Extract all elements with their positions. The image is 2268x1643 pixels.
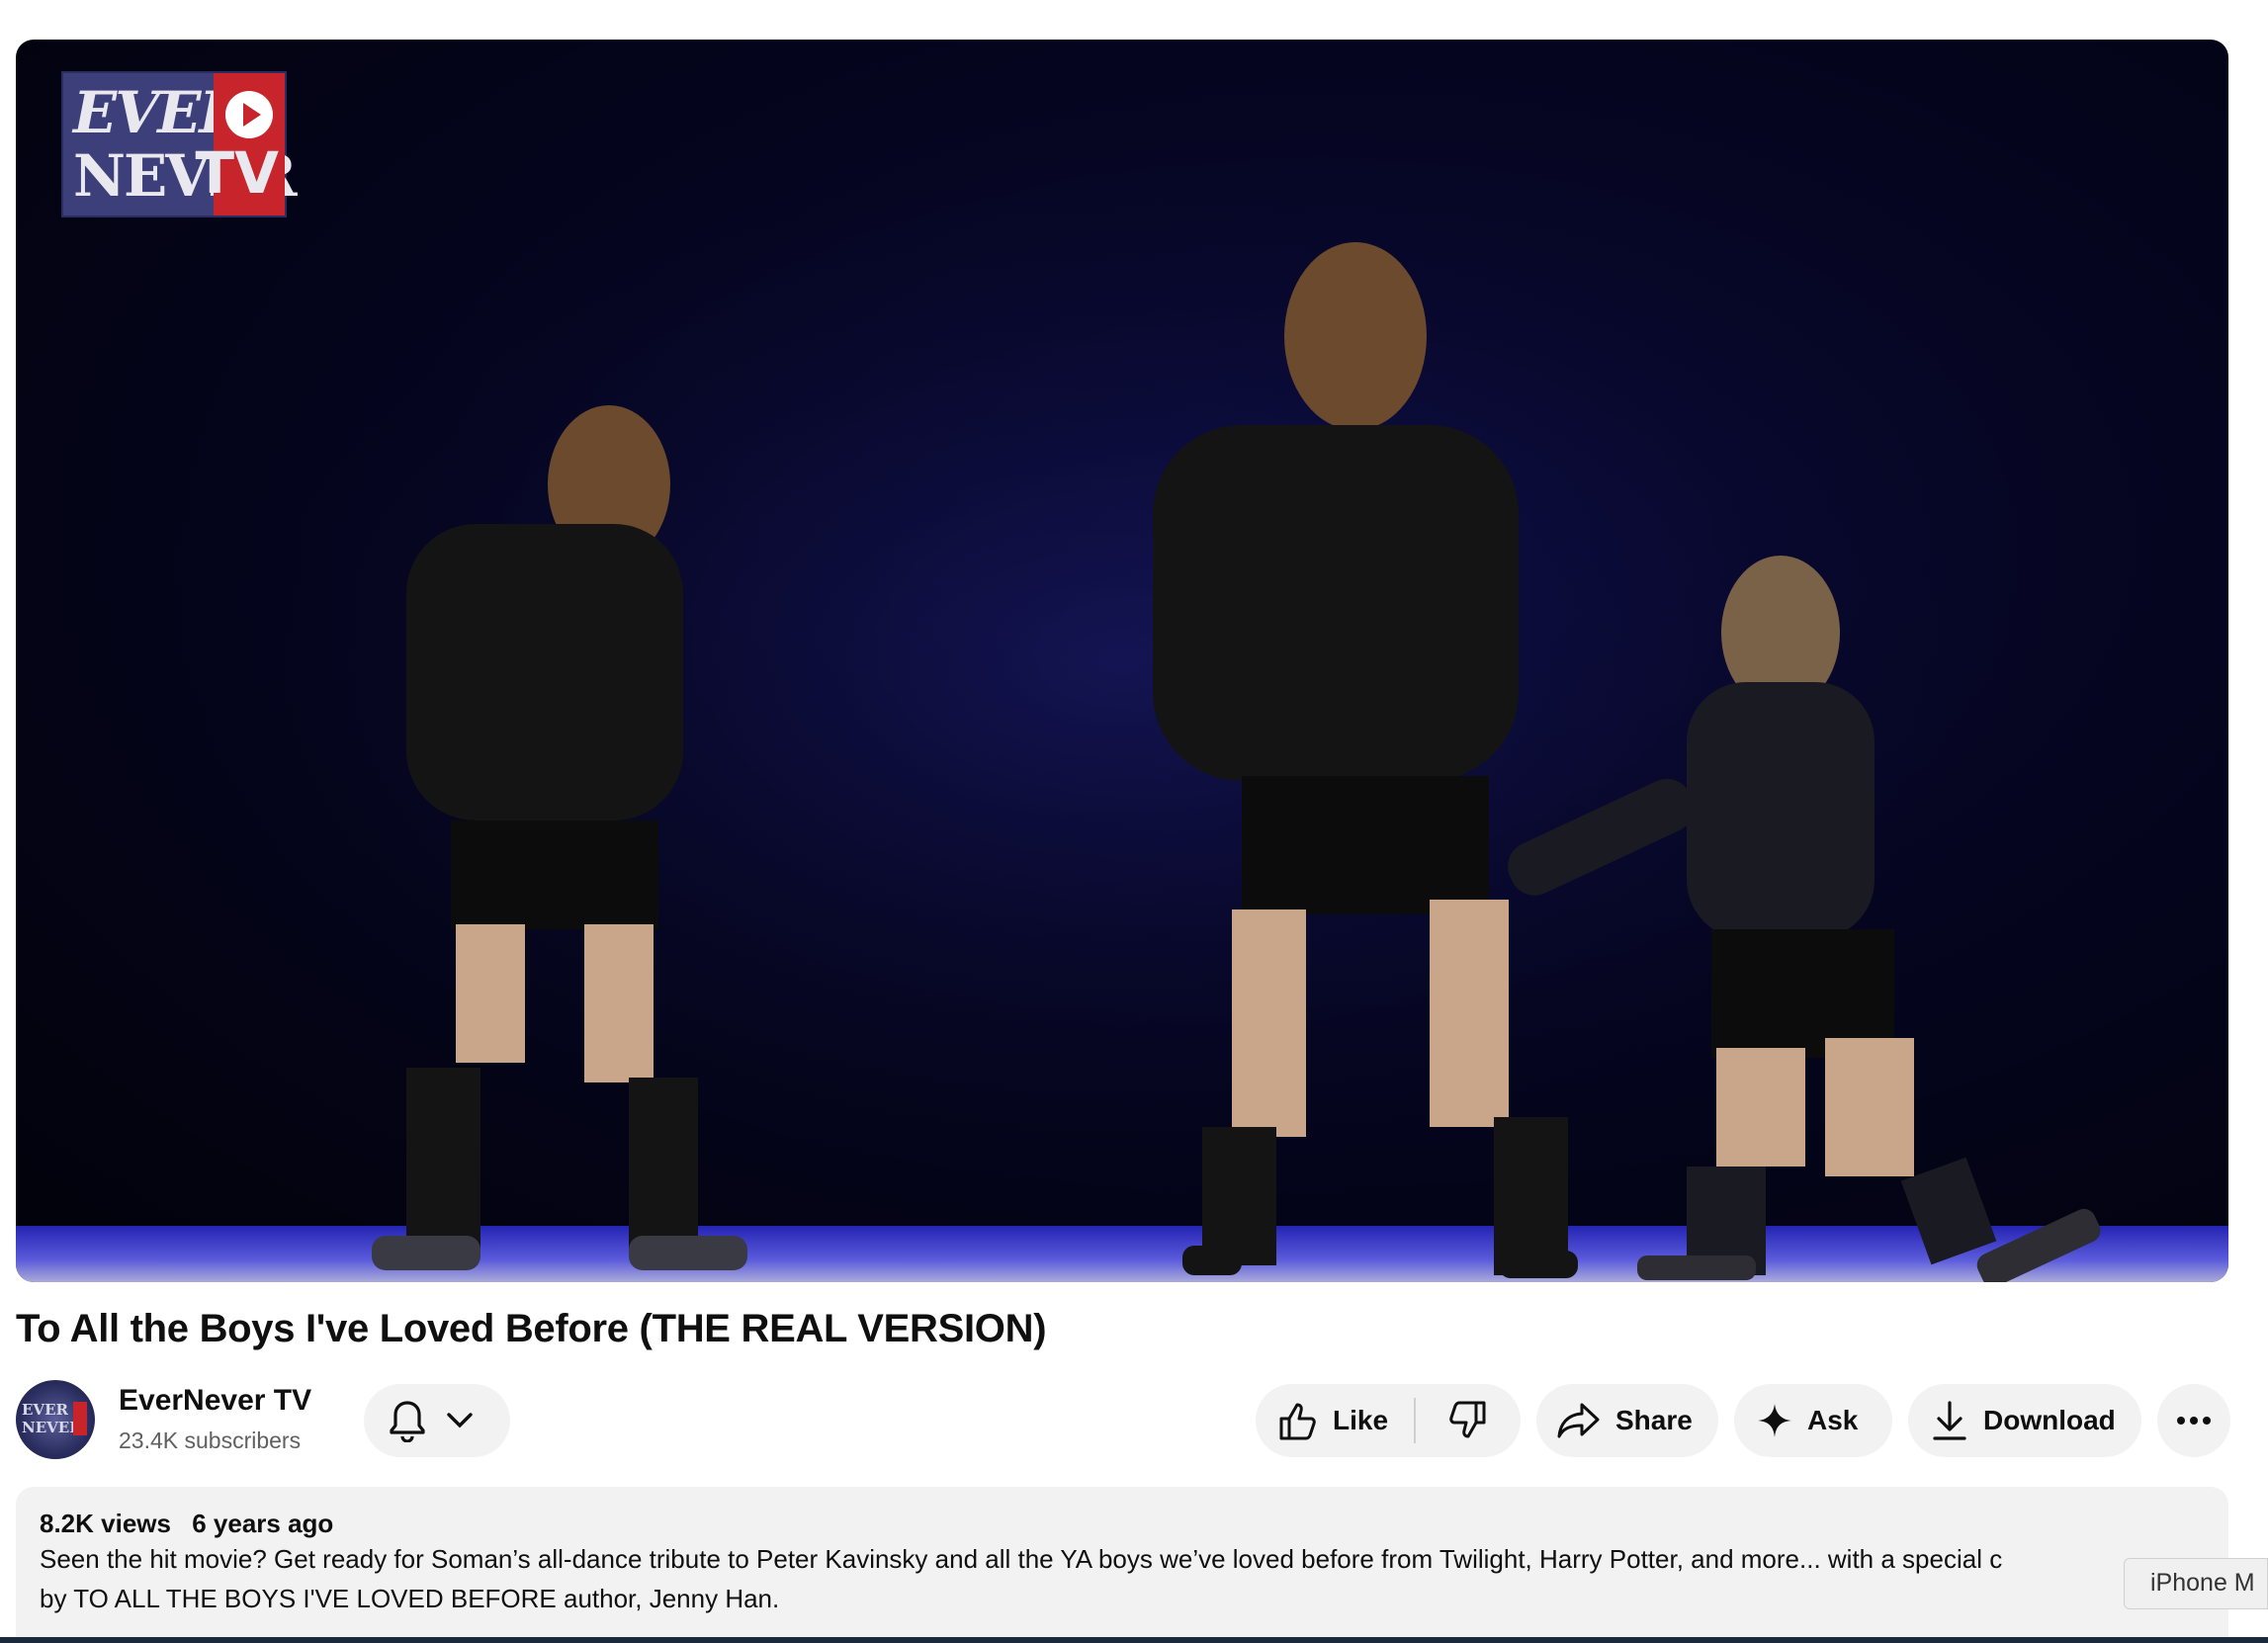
view-count: 8.2K views [40,1509,171,1538]
dislike-button[interactable] [1416,1399,1521,1442]
subscriber-count: 23.4K subscribers [119,1427,302,1453]
channel-name[interactable]: EverNever TV [119,1384,311,1418]
ask-button[interactable]: Ask [1734,1384,1892,1457]
tooltip: iPhone M [2124,1558,2268,1609]
ask-label: Ask [1807,1405,1859,1435]
bottom-edge [0,1637,2268,1643]
channel-watermark-logo: EVER NEVER TV [61,71,298,217]
description-box[interactable]: 8.2K views 6 years ago Seen the hit movi… [16,1487,2228,1643]
video-player[interactable]: EVER NEVER TV [16,40,2228,1282]
chevron-down-icon [445,1411,475,1430]
bell-icon [388,1399,427,1442]
share-label: Share [1615,1405,1693,1435]
channel-avatar[interactable]: EVER NEVER [16,1380,95,1459]
like-label: Like [1333,1405,1389,1435]
share-icon [1556,1401,1602,1440]
description-line-1: Seen the hit movie? Get ready for Soman’… [40,1544,2003,1574]
video-title: To All the Boys I've Loved Before (THE R… [16,1307,1047,1350]
download-label: Download [1983,1405,2116,1435]
like-dislike-group: Like [1256,1384,1521,1457]
thumbs-up-icon [1275,1399,1319,1442]
video-meta: 8.2K views 6 years ago [40,1509,2205,1539]
play-icon [225,91,273,138]
more-actions-button[interactable] [2157,1384,2230,1457]
download-button[interactable]: Download [1908,1384,2141,1457]
sparkle-icon [1756,1402,1793,1439]
notifications-button[interactable] [364,1384,510,1457]
share-button[interactable]: Share [1536,1384,1718,1457]
like-button[interactable]: Like [1256,1399,1414,1442]
thumbs-down-icon [1446,1399,1490,1442]
description-line-2: by TO ALL THE BOYS I'VE LOVED BEFORE aut… [40,1584,780,1613]
download-icon [1932,1400,1967,1441]
video-frame [16,40,2228,1282]
upload-age: 6 years ago [192,1509,334,1538]
more-icon [2176,1416,2212,1426]
